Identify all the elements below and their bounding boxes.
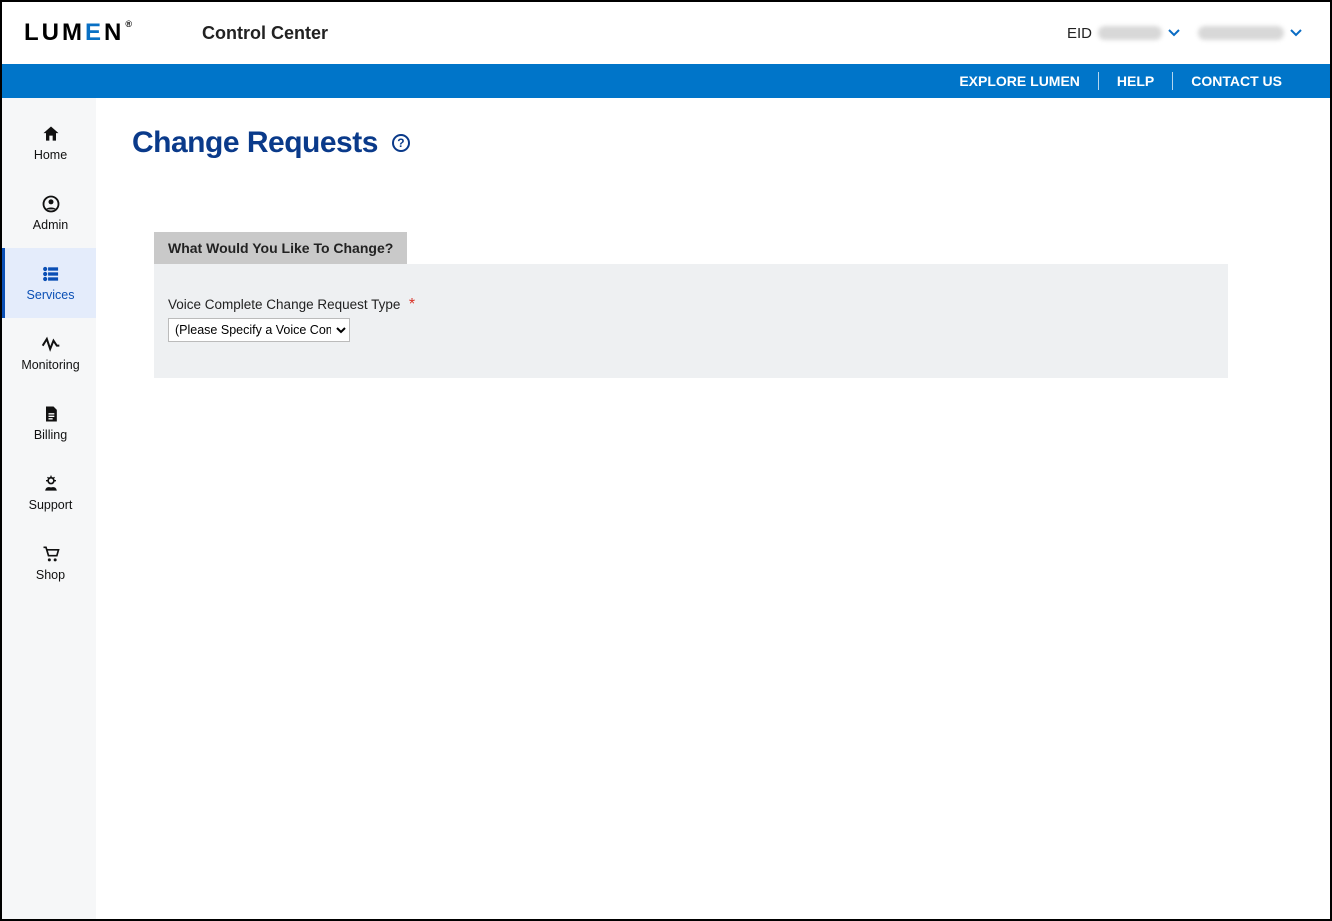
nav-contact-us[interactable]: CONTACT US [1172, 72, 1300, 90]
logo-text: LUMEN® [24, 19, 132, 47]
change-request-panel: What Would You Like To Change? Voice Com… [154, 232, 1228, 378]
panel-body: Voice Complete Change Request Type * (Pl… [154, 264, 1228, 378]
support-icon [40, 474, 62, 494]
sidebar-item-label: Monitoring [21, 358, 79, 372]
sidebar-item-label: Home [34, 148, 67, 162]
chevron-down-icon [1168, 27, 1180, 39]
sidebar-item-home[interactable]: Home [2, 108, 96, 178]
main-content: Change Requests ? What Would You Like To… [96, 98, 1330, 919]
sidebar-item-label: Support [29, 498, 73, 512]
page-title: Change Requests [132, 126, 378, 160]
username-redacted [1198, 26, 1284, 40]
home-icon [40, 124, 62, 144]
eid-dropdown[interactable]: EID [1067, 25, 1180, 42]
sidebar: Home Admin Services Monitoring Billing [2, 98, 96, 919]
sidebar-item-label: Admin [33, 218, 68, 232]
header-right: EID [1067, 25, 1302, 42]
field-label: Voice Complete Change Request Type [168, 297, 400, 312]
secondary-nav: EXPLORE LUMEN HELP CONTACT US [2, 64, 1330, 98]
cart-icon [40, 544, 62, 564]
eid-label: EID [1067, 25, 1092, 42]
user-dropdown[interactable] [1198, 26, 1302, 40]
lumen-logo[interactable]: LUMEN® [24, 19, 132, 47]
header: LUMEN® Control Center EID [2, 2, 1330, 64]
sidebar-item-label: Billing [34, 428, 67, 442]
sidebar-item-label: Services [27, 288, 75, 302]
page-title-row: Change Requests ? [132, 126, 1294, 160]
user-icon [40, 194, 62, 214]
layout: Home Admin Services Monitoring Billing [2, 98, 1330, 919]
help-icon[interactable]: ? [392, 134, 410, 152]
sidebar-item-monitoring[interactable]: Monitoring [2, 318, 96, 388]
sidebar-item-label: Shop [36, 568, 65, 582]
required-mark: * [409, 296, 415, 313]
sidebar-item-billing[interactable]: Billing [2, 388, 96, 458]
list-icon [40, 264, 62, 284]
app-title: Control Center [202, 23, 328, 44]
nav-help[interactable]: HELP [1098, 72, 1172, 90]
activity-icon [40, 334, 62, 354]
chevron-down-icon [1290, 27, 1302, 39]
invoice-icon [40, 404, 62, 424]
eid-value-redacted [1098, 26, 1162, 40]
sidebar-item-support[interactable]: Support [2, 458, 96, 528]
sidebar-item-shop[interactable]: Shop [2, 528, 96, 598]
select-wrap: (Please Specify a Voice Com [168, 318, 1214, 342]
voice-complete-change-type-select[interactable]: (Please Specify a Voice Com [168, 318, 350, 342]
sidebar-item-services[interactable]: Services [2, 248, 96, 318]
sidebar-item-admin[interactable]: Admin [2, 178, 96, 248]
nav-explore-lumen[interactable]: EXPLORE LUMEN [941, 72, 1098, 90]
panel-tab: What Would You Like To Change? [154, 232, 407, 264]
